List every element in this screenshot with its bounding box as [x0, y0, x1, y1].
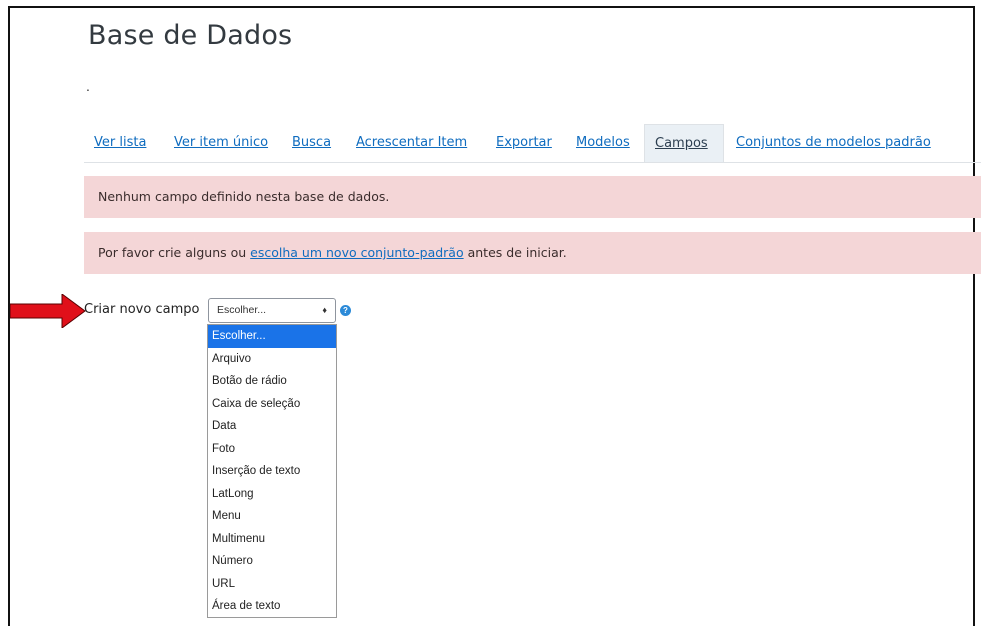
tab-ver-item-unico[interactable]: Ver item único	[164, 124, 278, 161]
tab-busca[interactable]: Busca	[282, 124, 341, 161]
alert-create-fields: Por favor crie alguns ou escolha um novo…	[84, 232, 981, 274]
tab-exportar[interactable]: Exportar	[486, 124, 562, 161]
option-caixa-de-selecao[interactable]: Caixa de seleção	[208, 393, 336, 416]
page-title: Base de Dados	[88, 20, 293, 51]
option-menu[interactable]: Menu	[208, 505, 336, 528]
alert-no-fields-text: Nenhum campo definido nesta base de dado…	[98, 189, 390, 204]
help-icon[interactable]: ?	[340, 305, 351, 316]
field-type-select[interactable]: Escolher... ♦	[208, 298, 336, 323]
create-field-label: Criar novo campo	[84, 302, 200, 317]
tab-bar: Ver lista Ver item único Busca Acrescent…	[84, 124, 981, 163]
option-url[interactable]: URL	[208, 573, 336, 596]
option-area-de-texto[interactable]: Área de texto	[208, 595, 336, 618]
option-multimenu[interactable]: Multimenu	[208, 528, 336, 551]
option-foto[interactable]: Foto	[208, 438, 336, 461]
option-escolher[interactable]: Escolher...	[208, 325, 336, 348]
option-insercao-de-texto[interactable]: Inserção de texto	[208, 460, 336, 483]
option-arquivo[interactable]: Arquivo	[208, 348, 336, 371]
option-data[interactable]: Data	[208, 415, 336, 438]
red-arrow-icon	[10, 294, 86, 328]
field-type-dropdown: Escolher... Arquivo Botão de rádio Caixa…	[207, 324, 337, 618]
field-type-select-value: Escolher...	[217, 304, 267, 316]
option-numero[interactable]: Número	[208, 550, 336, 573]
tab-conjuntos-de-modelos-padrao[interactable]: Conjuntos de modelos padrão	[726, 124, 941, 161]
page-description: .	[86, 78, 90, 94]
alert-no-fields: Nenhum campo definido nesta base de dado…	[84, 176, 981, 218]
tab-campos[interactable]: Campos	[644, 124, 724, 162]
option-botao-de-radio[interactable]: Botão de rádio	[208, 370, 336, 393]
tab-ver-lista[interactable]: Ver lista	[84, 124, 156, 161]
alert-create-suffix: antes de iniciar.	[463, 245, 567, 260]
option-latlong[interactable]: LatLong	[208, 483, 336, 506]
tab-modelos[interactable]: Modelos	[566, 124, 640, 161]
select-caret-icon: ♦	[322, 305, 327, 315]
choose-preset-link[interactable]: escolha um novo conjunto-padrão	[250, 245, 463, 260]
alert-create-prefix: Por favor crie alguns ou	[98, 245, 251, 260]
tab-acrescentar-item[interactable]: Acrescentar Item	[346, 124, 477, 161]
